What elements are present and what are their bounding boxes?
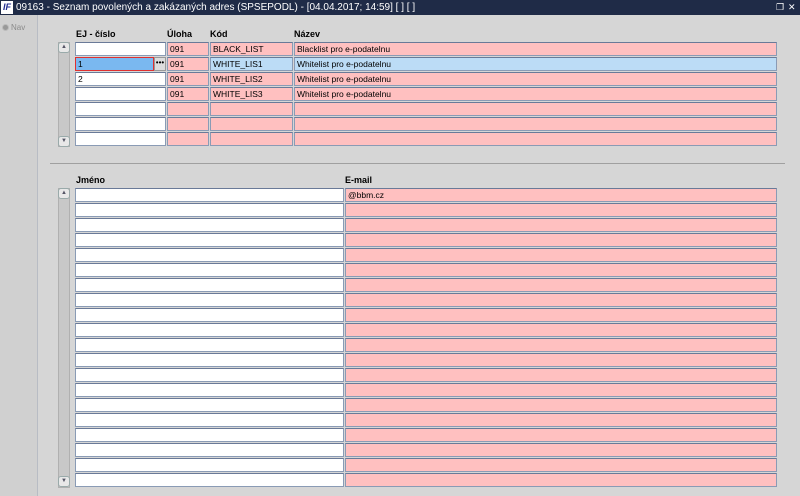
email-cell: @bbm.cz — [345, 188, 777, 202]
ej-cislo-input[interactable] — [75, 132, 166, 146]
email-cell — [345, 203, 777, 217]
uloha-cell: 091 — [167, 87, 209, 101]
jmeno-input[interactable] — [75, 458, 344, 472]
email-cell — [345, 278, 777, 292]
email-cell — [345, 413, 777, 427]
email-cell — [345, 323, 777, 337]
nav-button[interactable]: Nav — [2, 23, 25, 32]
nazev-cell — [294, 117, 777, 131]
jmeno-input[interactable] — [75, 188, 344, 202]
jmeno-input[interactable] — [75, 203, 344, 217]
nazev-cell: Whitelist pro e-podatelnu — [294, 72, 777, 86]
email-cell — [345, 308, 777, 322]
bottom-scrollbar[interactable] — [58, 188, 70, 488]
jmeno-input[interactable] — [75, 473, 344, 487]
email-cell — [345, 458, 777, 472]
top-scroll-down-icon[interactable]: ▼ — [58, 136, 70, 147]
uloha-cell: 091 — [167, 57, 209, 71]
jmeno-input[interactable] — [75, 338, 344, 352]
header-jmeno: Jméno — [76, 175, 106, 185]
email-cell — [345, 233, 777, 247]
jmeno-input[interactable] — [75, 383, 344, 397]
kod-cell: WHITE_LIS2 — [210, 72, 293, 86]
kod-cell: BLACK_LIST — [210, 42, 293, 56]
left-panel: Nav — [0, 15, 38, 496]
jmeno-input[interactable] — [75, 398, 344, 412]
ej-cislo-input[interactable] — [75, 102, 166, 116]
kod-cell — [210, 117, 293, 131]
kod-cell: WHITE_LIS1 — [210, 57, 293, 71]
kod-cell: WHITE_LIS3 — [210, 87, 293, 101]
jmeno-input[interactable] — [75, 278, 344, 292]
window-title: 09163 - Seznam povolených a zakázaných a… — [16, 2, 416, 13]
restore-icon[interactable]: ❐ — [776, 0, 784, 15]
email-cell — [345, 353, 777, 367]
jmeno-input[interactable] — [75, 443, 344, 457]
uloha-cell: 091 — [167, 42, 209, 56]
section-divider — [50, 163, 785, 164]
kod-cell — [210, 102, 293, 116]
top-scroll-up-icon[interactable]: ▲ — [58, 42, 70, 53]
jmeno-input[interactable] — [75, 323, 344, 337]
nazev-cell — [294, 102, 777, 116]
email-cell — [345, 248, 777, 262]
jmeno-input[interactable] — [75, 308, 344, 322]
header-kod: Kód — [210, 29, 228, 39]
kod-cell — [210, 132, 293, 146]
app-logo: IF — [1, 1, 13, 14]
jmeno-input[interactable] — [75, 413, 344, 427]
title-bar: IF 09163 - Seznam povolených a zakázanýc… — [0, 0, 800, 15]
header-email: E-mail — [345, 175, 373, 185]
header-uloha: Úloha — [167, 29, 193, 39]
jmeno-input[interactable] — [75, 233, 344, 247]
close-icon[interactable]: ✕ — [788, 0, 796, 15]
top-scrollbar[interactable] — [58, 42, 70, 147]
ej-cislo-input[interactable] — [75, 87, 166, 101]
nav-label: Nav — [11, 23, 26, 32]
email-cell — [345, 293, 777, 307]
nav-radio-icon — [2, 24, 9, 31]
jmeno-input[interactable] — [75, 218, 344, 232]
header-nazev: Název — [294, 29, 321, 39]
ej-cislo-input[interactable]: 1 — [75, 57, 154, 71]
uloha-cell — [167, 132, 209, 146]
jmeno-input[interactable] — [75, 368, 344, 382]
nazev-cell — [294, 132, 777, 146]
bottom-scroll-down-icon[interactable]: ▼ — [58, 476, 70, 487]
nazev-cell: Blacklist pro e-podatelnu — [294, 42, 777, 56]
ej-cislo-input[interactable] — [75, 117, 166, 131]
jmeno-input[interactable] — [75, 428, 344, 442]
lov-button[interactable]: ••• — [154, 57, 166, 71]
email-cell — [345, 443, 777, 457]
jmeno-input[interactable] — [75, 353, 344, 367]
ej-cislo-input[interactable]: 2 — [75, 72, 166, 86]
email-cell — [345, 428, 777, 442]
jmeno-input[interactable] — [75, 248, 344, 262]
nazev-cell: Whitelist pro e-podatelnu — [294, 57, 777, 71]
uloha-cell: 091 — [167, 72, 209, 86]
email-cell — [345, 338, 777, 352]
nazev-cell: Whitelist pro e-podatelnu — [294, 87, 777, 101]
ej-cislo-input[interactable] — [75, 42, 166, 56]
email-cell — [345, 218, 777, 232]
email-cell — [345, 398, 777, 412]
jmeno-input[interactable] — [75, 263, 344, 277]
bottom-scroll-up-icon[interactable]: ▲ — [58, 188, 70, 199]
header-ej-cislo: EJ - číslo — [76, 29, 116, 39]
email-cell — [345, 383, 777, 397]
email-cell — [345, 368, 777, 382]
email-cell — [345, 263, 777, 277]
jmeno-input[interactable] — [75, 293, 344, 307]
uloha-cell — [167, 117, 209, 131]
email-cell — [345, 473, 777, 487]
uloha-cell — [167, 102, 209, 116]
